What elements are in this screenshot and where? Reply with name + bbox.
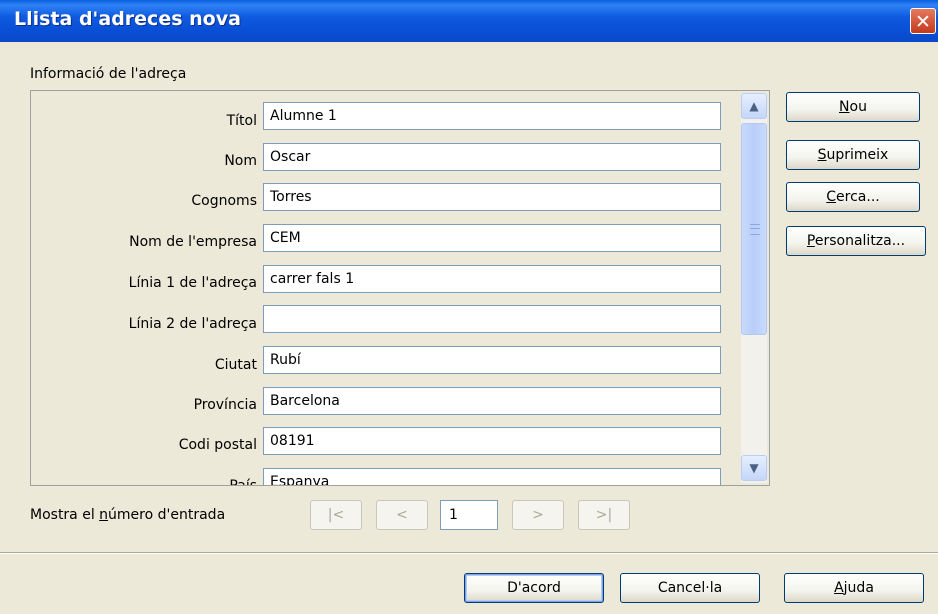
scroll-down-icon[interactable]: ▼ — [741, 455, 767, 481]
city-field[interactable]: Rubí — [263, 346, 721, 374]
field-label-title: Títol — [226, 113, 257, 129]
ok-button[interactable]: D'acord — [464, 573, 604, 603]
help-button-mnemonic: A — [834, 580, 844, 596]
address-line-2-field[interactable] — [263, 305, 721, 333]
prev-entry-button[interactable]: < — [376, 500, 428, 530]
field-label-province: Província — [193, 397, 257, 413]
entry-number-input[interactable]: 1 — [440, 500, 498, 530]
surname-field[interactable]: Torres — [263, 183, 721, 211]
field-label-country: País — [229, 478, 257, 486]
find-button[interactable]: Cerca... — [786, 182, 920, 212]
help-button[interactable]: Ajuda — [784, 573, 924, 603]
last-entry-button[interactable]: >| — [578, 500, 630, 530]
field-label-postal-code: Codi postal — [178, 437, 257, 453]
field-label-name: Nom — [224, 153, 257, 169]
find-button-label: erca... — [836, 189, 880, 205]
delete-button-mnemonic: S — [817, 147, 827, 163]
field-label-address-line-1: Línia 1 de l'adreça — [128, 275, 257, 291]
entry-number-label: Mostra el número d'entrada — [30, 507, 225, 523]
new-button[interactable]: Nou — [786, 92, 920, 122]
title-field[interactable]: Alumne 1 — [263, 102, 721, 130]
province-field[interactable]: Barcelona — [263, 387, 721, 415]
customize-button-mnemonic: P — [806, 233, 815, 249]
first-entry-button[interactable]: |< — [310, 500, 362, 530]
customize-button[interactable]: Personalitza... — [786, 226, 926, 256]
delete-button-label: uprimeix — [826, 147, 889, 163]
field-label-address-line-2: Línia 2 de l'adreça — [128, 316, 257, 332]
name-field[interactable]: Oscar — [263, 143, 721, 171]
new-button-mnemonic: N — [839, 99, 850, 115]
address-info-label: Informació de l'adreça — [30, 66, 187, 82]
title-bar[interactable]: Llista d'adreces nova ✕ — [0, 0, 938, 42]
scroll-up-icon[interactable]: ▲ — [741, 93, 767, 119]
address-line-1-field[interactable]: carrer fals 1 — [263, 265, 721, 293]
footer-divider — [0, 552, 938, 554]
address-fields-panel: Títol Nom Cognoms Nom de l'empresa Línia… — [30, 90, 770, 486]
scroll-thumb[interactable] — [741, 123, 767, 335]
field-label-city: Ciutat — [214, 357, 257, 373]
delete-button[interactable]: Suprimeix — [786, 140, 920, 170]
dialog-window: Llista d'adreces nova ✕ Informació de l'… — [0, 0, 938, 614]
window-title: Llista d'adreces nova — [14, 8, 241, 30]
entry-label-rest: úmero d'entrada — [108, 507, 226, 523]
next-entry-button[interactable]: > — [512, 500, 564, 530]
company-field[interactable]: CEM — [263, 224, 721, 252]
help-button-label: juda — [843, 580, 874, 596]
field-label-surname: Cognoms — [191, 193, 257, 209]
grip-icon — [750, 224, 760, 235]
entry-label-mnemonic: n — [99, 507, 109, 523]
customize-button-label: ersonalitza... — [814, 233, 906, 249]
new-button-label: ou — [849, 99, 867, 115]
find-button-mnemonic: C — [826, 189, 837, 205]
field-label-company: Nom de l'empresa — [129, 234, 257, 250]
country-field[interactable]: Espanya — [263, 468, 721, 485]
vertical-scrollbar[interactable]: ▲ ▼ — [741, 93, 767, 483]
close-icon[interactable]: ✕ — [910, 8, 936, 34]
postal-code-field[interactable]: 08191 — [263, 427, 721, 455]
entry-label-prefix: Mostra el — [30, 507, 100, 523]
cancel-button[interactable]: Cancel·la — [620, 573, 760, 603]
